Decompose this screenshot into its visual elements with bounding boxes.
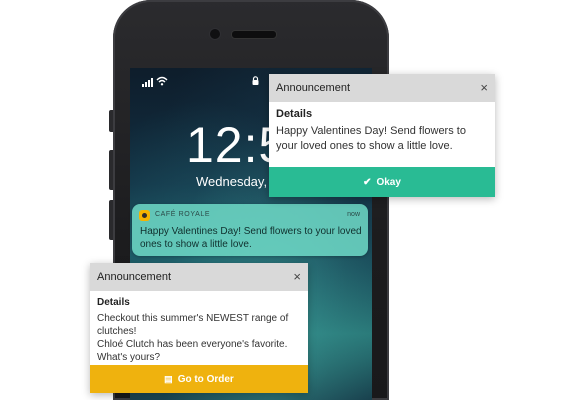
close-icon[interactable]: × xyxy=(480,80,488,95)
announcement-text-line: Chloé Clutch has been everyone's favorit… xyxy=(97,339,288,363)
checkmark-icon: ✔ xyxy=(363,176,372,188)
okay-button[interactable]: ✔ Okay xyxy=(269,167,495,197)
volume-up-button xyxy=(109,150,113,190)
dialog-header: Announcement × xyxy=(90,263,308,291)
dialog-title: Announcement xyxy=(276,82,350,94)
dialog-body: Details Happy Valentines Day! Send flowe… xyxy=(269,102,495,160)
announcement-text-line: Checkout this summer's NEWEST range of c… xyxy=(97,313,289,337)
go-to-order-button[interactable]: ▤ Go to Order xyxy=(90,365,308,393)
announcement-dialog-top: Announcement × Details Happy Valentines … xyxy=(269,74,495,197)
dialog-body: Details Checkout this summer's NEWEST ra… xyxy=(90,291,308,370)
notification-app-name: CAFÉ ROYALE xyxy=(155,211,211,218)
lockscreen-date: Wednesday, xyxy=(196,174,268,189)
lock-icon xyxy=(252,76,259,85)
wifi-icon xyxy=(156,76,168,86)
close-icon[interactable]: × xyxy=(293,269,301,284)
announcement-text: Happy Valentines Day! Send flowers to yo… xyxy=(276,125,466,152)
go-to-order-label: Go to Order xyxy=(177,373,234,385)
dialog-title: Announcement xyxy=(97,271,171,283)
dialog-header: Announcement × xyxy=(269,74,495,102)
order-icon: ▤ xyxy=(164,373,173,384)
notification-time: now xyxy=(347,211,360,218)
mute-switch xyxy=(109,110,113,132)
earpiece-speaker xyxy=(231,30,277,39)
announcement-dialog-bottom: Announcement × Details Checkout this sum… xyxy=(90,263,308,393)
volume-down-button xyxy=(109,200,113,240)
notification-message: Happy Valentines Day! Send flowers to yo… xyxy=(140,226,362,250)
front-camera xyxy=(209,28,221,40)
okay-button-label: Okay xyxy=(376,176,401,188)
details-heading: Details xyxy=(97,297,130,308)
push-notification[interactable]: CAFÉ ROYALE now Happy Valentines Day! Se… xyxy=(132,204,368,256)
signal-icon xyxy=(142,78,153,87)
details-heading: Details xyxy=(276,108,313,120)
app-icon xyxy=(139,210,150,221)
